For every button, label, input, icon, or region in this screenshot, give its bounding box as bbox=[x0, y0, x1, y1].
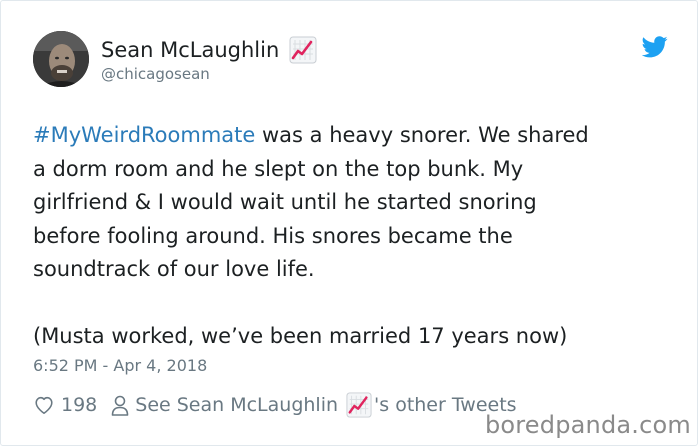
person-icon bbox=[111, 394, 129, 416]
avatar[interactable] bbox=[33, 31, 89, 87]
see-other-tweets-link[interactable]: See Sean McLaughlin bbox=[135, 394, 338, 416]
tweet-card: Sean McLaughlin @chicagosean #MyWeirdRoo… bbox=[0, 0, 698, 446]
chart-increasing-emoji-icon bbox=[346, 392, 372, 418]
user-handle[interactable]: @chicagosean bbox=[101, 65, 210, 83]
name-row: Sean McLaughlin bbox=[101, 35, 317, 65]
tweet-body: was a heavy snorer. We shared a dorm roo… bbox=[33, 123, 589, 348]
chart-increasing-emoji-icon bbox=[289, 36, 317, 64]
heart-icon[interactable] bbox=[33, 394, 55, 416]
twitter-bird-icon[interactable] bbox=[641, 36, 668, 58]
like-count: 198 bbox=[61, 394, 98, 416]
tweet-timestamp[interactable]: 6:52 PM - Apr 4, 2018 bbox=[33, 356, 207, 375]
watermark: boredpanda.com bbox=[484, 411, 691, 439]
display-name[interactable]: Sean McLaughlin bbox=[101, 38, 279, 62]
avatar-photo bbox=[33, 31, 89, 87]
tweet-text: #MyWeirdRoommate was a heavy snorer. We … bbox=[33, 119, 673, 354]
tweet-actions: 198 See Sean McLaughlin 's other Tweets bbox=[33, 392, 517, 418]
hashtag-link[interactable]: #MyWeirdRoommate bbox=[33, 123, 255, 147]
